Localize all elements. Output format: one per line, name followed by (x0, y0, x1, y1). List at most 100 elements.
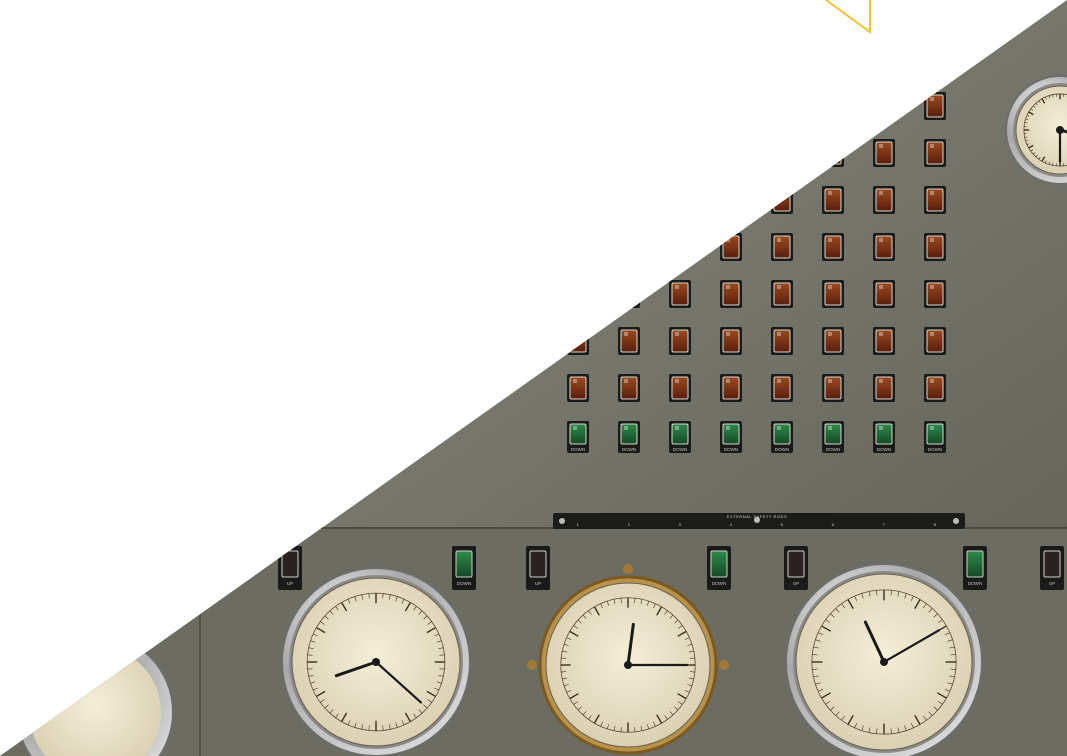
dial-3 (785, 563, 983, 756)
amber-lamp (822, 327, 844, 355)
amber-lamp (720, 186, 742, 214)
amber-lamp (618, 280, 640, 308)
amber-lamp (924, 280, 946, 308)
amber-lamp (720, 139, 742, 167)
control-panel-photo: DOWN DOWN DOWN DOWN DOWN DOWN DOWN DOWN EXTERNA… (0, 0, 1067, 756)
amber-lamp (618, 186, 640, 214)
amber-lamp (720, 92, 742, 120)
amber-lamp (771, 92, 793, 120)
amber-lamp (669, 139, 691, 167)
button-label: DOWN (457, 581, 471, 586)
amber-lamp (618, 92, 640, 120)
button-label: DOWN (712, 581, 726, 586)
button-label: UP (287, 581, 293, 586)
plate-number: 2 (628, 522, 631, 527)
lamp-label: DOWN (775, 447, 789, 452)
green-lamp: DOWN (924, 421, 946, 453)
plate-number: 4 (730, 522, 733, 527)
accent-outline (825, 0, 871, 34)
green-button: DOWN (963, 546, 987, 590)
amber-lamp (567, 280, 589, 308)
amber-lamp (618, 374, 640, 402)
amber-lamp (669, 186, 691, 214)
amber-lamp (924, 139, 946, 167)
amber-lamp (771, 139, 793, 167)
green-lamp: DOWN (669, 421, 691, 453)
dark-button: UP (1040, 546, 1064, 590)
amber-lamp (567, 327, 589, 355)
amber-lamp (618, 139, 640, 167)
amber-lamp (873, 327, 895, 355)
amber-lamp (720, 327, 742, 355)
amber-lamp (669, 92, 691, 120)
green-lamp: DOWN (720, 421, 742, 453)
amber-lamp (567, 139, 589, 167)
amber-lamp (873, 186, 895, 214)
plate-number: 6 (832, 522, 835, 527)
safety-plate-label: EXTERNAL SAFETY RODS (727, 514, 787, 519)
amber-lamp (669, 233, 691, 261)
plate-number: 1 (577, 522, 580, 527)
amber-lamp (822, 233, 844, 261)
amber-lamp (567, 186, 589, 214)
green-lamp: DOWN (771, 421, 793, 453)
amber-lamp (771, 280, 793, 308)
amber-lamp (720, 280, 742, 308)
green-button: DOWN (707, 546, 731, 590)
amber-lamp (822, 139, 844, 167)
lamp-label: DOWN (622, 447, 636, 452)
button-label: UP (1049, 581, 1055, 586)
amber-lamp (873, 92, 895, 120)
button-label: UP (793, 581, 799, 586)
amber-lamp (822, 374, 844, 402)
plate-number: 3 (679, 522, 682, 527)
amber-lamp (924, 374, 946, 402)
amber-lamp (924, 92, 946, 120)
amber-lamp (873, 374, 895, 402)
safety-plate: EXTERNAL SAFETY RODS 1 2 3 4 5 6 7 8 (553, 513, 965, 529)
amber-lamp (669, 280, 691, 308)
lamp-label: DOWN (673, 447, 687, 452)
amber-lamp (822, 280, 844, 308)
amber-lamp (924, 186, 946, 214)
amber-lamp (771, 186, 793, 214)
green-button: DOWN (452, 546, 476, 590)
amber-lamp (873, 139, 895, 167)
green-lamp: DOWN (873, 421, 895, 453)
green-lamp: DOWN (618, 421, 640, 453)
amber-lamp (771, 327, 793, 355)
green-lamp: DOWN (567, 421, 589, 453)
lamp-label: DOWN (928, 447, 942, 452)
amber-lamp (924, 327, 946, 355)
amber-lamp (567, 92, 589, 120)
dark-button: UP (278, 546, 302, 590)
amber-lamp (669, 374, 691, 402)
lamp-label: DOWN (724, 447, 738, 452)
plate-number: 5 (781, 522, 784, 527)
lamp-label: DOWN (826, 447, 840, 452)
amber-lamp (822, 92, 844, 120)
dial-1 (281, 567, 471, 756)
green-lamp: DOWN (822, 421, 844, 453)
lamp-label: DOWN (571, 447, 585, 452)
amber-lamp (618, 233, 640, 261)
lamp-label: DOWN (877, 447, 891, 452)
amber-lamp (720, 233, 742, 261)
plate-number: 7 (883, 522, 886, 527)
amber-lamp (618, 327, 640, 355)
dark-button: UP (526, 546, 550, 590)
amber-lamp (771, 374, 793, 402)
amber-lamp (567, 374, 589, 402)
amber-lamp (924, 233, 946, 261)
amber-lamp (873, 280, 895, 308)
plate-number: 8 (934, 522, 937, 527)
dark-button: UP (784, 546, 808, 590)
amber-lamp (669, 327, 691, 355)
amber-lamp (567, 233, 589, 261)
amber-lamp (720, 374, 742, 402)
amber-lamp (822, 186, 844, 214)
amber-lamp (873, 233, 895, 261)
button-label: DOWN (968, 581, 982, 586)
amber-lamp (771, 233, 793, 261)
panel-area: DOWN DOWN DOWN DOWN DOWN DOWN DOWN DOWN EXTERNA… (0, 0, 1067, 756)
